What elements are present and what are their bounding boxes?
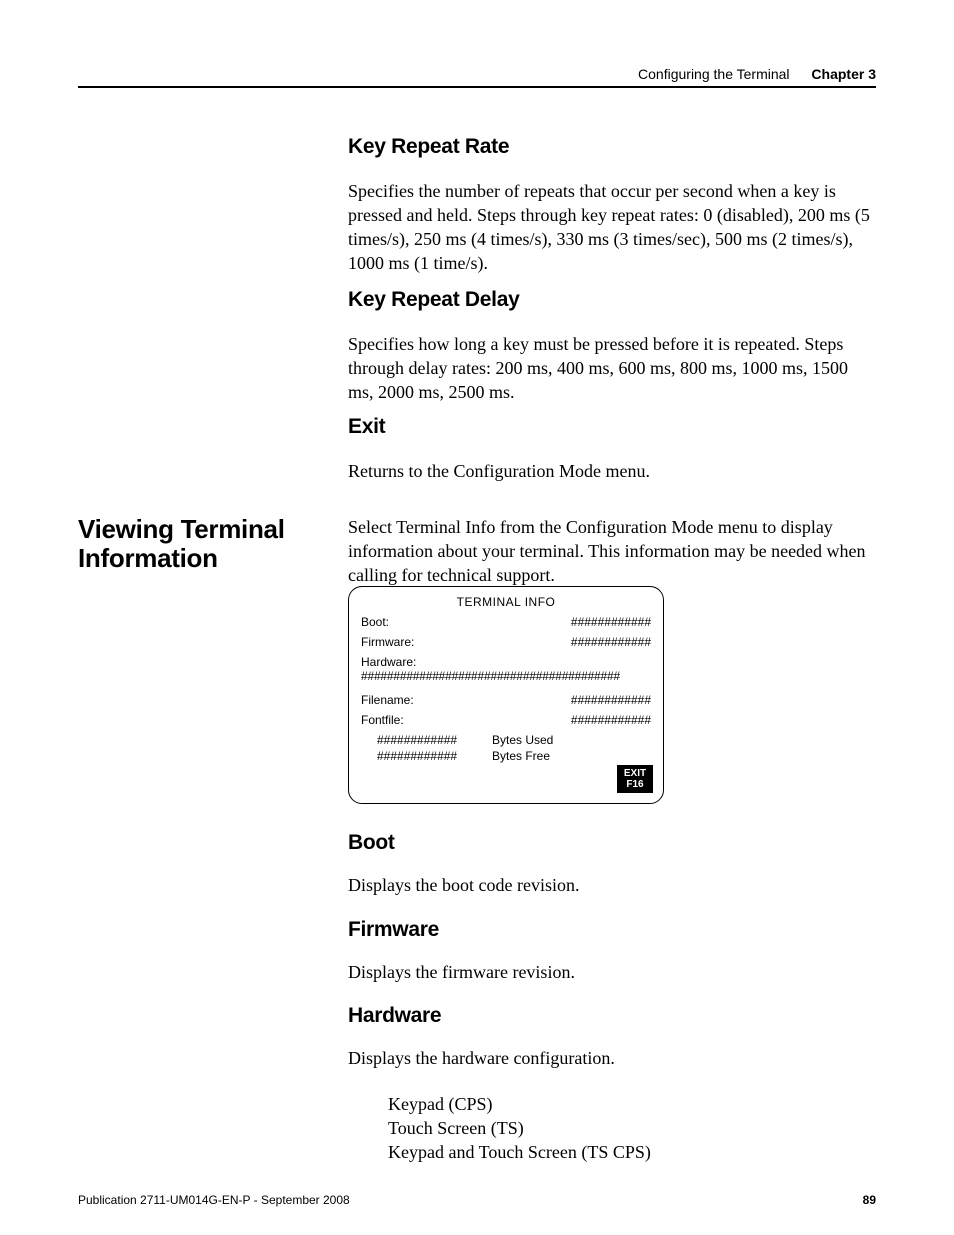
hw-list-item: Keypad (CPS) bbox=[388, 1092, 876, 1116]
heading-key-repeat-rate: Key Repeat Rate bbox=[348, 135, 876, 159]
label-firmware: Firmware: bbox=[361, 635, 414, 649]
body-key-repeat-rate: Specifies the number of repeats that occ… bbox=[348, 179, 876, 275]
terminal-info-panel: TERMINAL INFO Boot: ############ Firmwar… bbox=[348, 586, 664, 804]
header-section-title: Configuring the Terminal bbox=[638, 66, 790, 82]
header-rule bbox=[78, 86, 876, 88]
body-exit: Returns to the Configuration Mode menu. bbox=[348, 459, 876, 483]
value-filename: ############ bbox=[571, 693, 651, 707]
footer-page-number: 89 bbox=[863, 1193, 876, 1207]
terminal-info-row-filename: Filename: ############ bbox=[361, 693, 651, 707]
label-fontfile: Fontfile: bbox=[361, 713, 404, 727]
section-viewing-terminal-info-intro: Select Terminal Info from the Configurat… bbox=[348, 515, 876, 587]
label-bytes-used: Bytes Used bbox=[492, 733, 553, 749]
exit-button-line1: EXIT bbox=[617, 768, 653, 779]
heading-boot: Boot bbox=[348, 831, 876, 855]
heading-firmware: Firmware bbox=[348, 918, 876, 942]
body-intro: Select Terminal Info from the Configurat… bbox=[348, 515, 876, 587]
terminal-info-title: TERMINAL INFO bbox=[361, 595, 651, 609]
section-hardware: Hardware Displays the hardware configura… bbox=[348, 1004, 876, 1164]
body-hardware: Displays the hardware configuration. bbox=[348, 1046, 876, 1070]
section-boot: Boot Displays the boot code revision. bbox=[348, 831, 876, 897]
exit-button-line2: F16 bbox=[617, 779, 653, 790]
running-header: Configuring the Terminal Chapter 3 bbox=[638, 66, 876, 82]
section-key-repeat-rate: Key Repeat Rate Specifies the number of … bbox=[348, 135, 876, 275]
label-filename: Filename: bbox=[361, 693, 414, 707]
terminal-info-bytes: ############ ############ Bytes Used Byt… bbox=[361, 733, 651, 764]
exit-f16-button[interactable]: EXIT F16 bbox=[617, 765, 653, 793]
hw-list-item: Touch Screen (TS) bbox=[388, 1116, 876, 1140]
heading-hardware: Hardware bbox=[348, 1004, 876, 1028]
heading-exit: Exit bbox=[348, 415, 876, 439]
footer: Publication 2711-UM014G-EN-P - September… bbox=[78, 1193, 876, 1207]
terminal-info-row-hardware: Hardware: ##############################… bbox=[361, 655, 651, 683]
value-bytes-free-hash: ############ bbox=[377, 749, 492, 765]
value-bytes-used-hash: ############ bbox=[377, 733, 492, 749]
body-boot: Displays the boot code revision. bbox=[348, 873, 876, 897]
label-bytes-free: Bytes Free bbox=[492, 749, 553, 765]
body-firmware: Displays the firmware revision. bbox=[348, 960, 876, 984]
header-chapter-label: Chapter 3 bbox=[811, 66, 876, 82]
terminal-info-row-firmware: Firmware: ############ bbox=[361, 635, 651, 649]
label-hardware: Hardware: bbox=[361, 655, 416, 669]
value-firmware: ############ bbox=[571, 635, 651, 649]
terminal-info-row-boot: Boot: ############ bbox=[361, 615, 651, 629]
section-exit: Exit Returns to the Configuration Mode m… bbox=[348, 415, 876, 483]
sidebar-heading: Viewing Terminal Information bbox=[78, 515, 328, 572]
footer-publication: Publication 2711-UM014G-EN-P - September… bbox=[78, 1193, 350, 1207]
hardware-config-list: Keypad (CPS) Touch Screen (TS) Keypad an… bbox=[388, 1092, 876, 1164]
value-boot: ############ bbox=[571, 615, 651, 629]
section-firmware: Firmware Displays the firmware revision. bbox=[348, 918, 876, 984]
hw-list-item: Keypad and Touch Screen (TS CPS) bbox=[388, 1140, 876, 1164]
label-boot: Boot: bbox=[361, 615, 389, 629]
value-hardware-hashes: ######################################## bbox=[361, 669, 651, 683]
value-fontfile: ############ bbox=[571, 713, 651, 727]
body-key-repeat-delay: Specifies how long a key must be pressed… bbox=[348, 332, 876, 404]
section-key-repeat-delay: Key Repeat Delay Specifies how long a ke… bbox=[348, 288, 876, 404]
terminal-info-row-fontfile: Fontfile: ############ bbox=[361, 713, 651, 727]
heading-key-repeat-delay: Key Repeat Delay bbox=[348, 288, 876, 312]
